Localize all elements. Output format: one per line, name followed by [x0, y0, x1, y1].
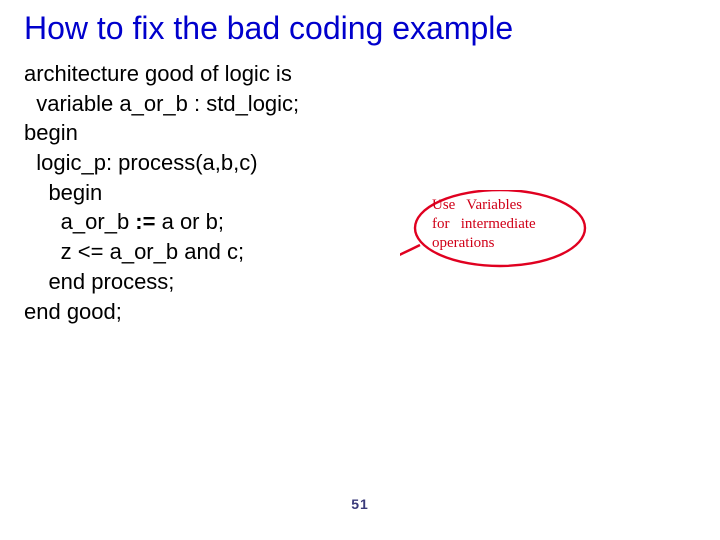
code-line-3: begin	[24, 120, 78, 145]
page-number: 51	[0, 496, 720, 512]
code-line-5: begin	[24, 180, 102, 205]
slide: How to fix the bad coding example archit…	[0, 0, 720, 540]
code-line-1: architecture good of logic is	[24, 61, 292, 86]
annotation-line-1: Use Variables	[432, 197, 522, 213]
code-line-6-post: a or b;	[155, 209, 223, 234]
code-line-2: variable a_or_b : std_logic;	[24, 91, 299, 116]
code-line-7: z <= a_or_b and c;	[24, 239, 244, 264]
code-assign-op: :=	[135, 209, 155, 234]
arrow-icon	[400, 245, 420, 308]
code-line-9: end good;	[24, 299, 122, 324]
slide-title: How to fix the bad coding example	[24, 10, 696, 47]
annotation-line-3: operations	[432, 235, 494, 251]
annotation-line-2: for intermediate	[432, 216, 536, 232]
annotation-text: Use Variables for intermediate operation…	[432, 196, 536, 252]
annotation-group: Use Variables for intermediate operation…	[400, 190, 700, 350]
code-line-4: logic_p: process(a,b,c)	[24, 150, 258, 175]
code-line-6-pre: a_or_b	[24, 209, 135, 234]
code-line-8: end process;	[24, 269, 174, 294]
